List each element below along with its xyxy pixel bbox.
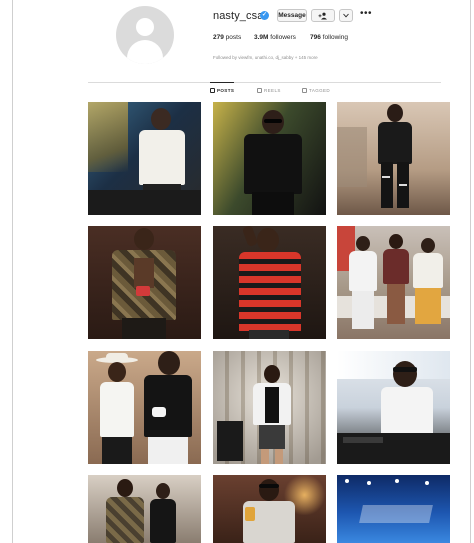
tab-reels[interactable]: REELS <box>257 88 281 93</box>
avatar-placeholder-body <box>127 40 163 64</box>
post-blue-stage[interactable] <box>337 475 450 543</box>
followed-by-text[interactable]: Followed by viewfm, unathi.co, dj_sabby … <box>213 55 318 60</box>
followers-count-value: 3.9M <box>254 34 269 41</box>
post-couple-posing[interactable] <box>88 475 201 543</box>
suggested-accounts-button[interactable] <box>339 9 353 22</box>
post-white-jacket-dancing[interactable] <box>213 351 326 464</box>
tab-posts-label: POSTS <box>217 88 235 93</box>
following-count-value: 796 <box>310 34 321 41</box>
active-tab-indicator <box>210 82 234 83</box>
post-dj-white-shirt[interactable] <box>88 102 201 215</box>
follow-button[interactable] <box>311 9 335 22</box>
grid-icon <box>210 88 215 93</box>
tagged-icon <box>302 88 307 93</box>
window-edge-right <box>470 0 471 543</box>
following-count-label: following <box>322 34 348 41</box>
followers-count-label: followers <box>270 34 296 41</box>
posts-count: 279 posts <box>213 34 241 41</box>
posts-count-value: 279 <box>213 34 224 41</box>
posts-count-label: posts <box>225 34 242 41</box>
tab-tagged[interactable]: TAGGED <box>302 88 330 93</box>
person-add-icon <box>318 12 327 19</box>
tab-tagged-label: TAGGED <box>309 88 331 93</box>
verified-badge-icon: ✓ <box>260 11 269 20</box>
post-white-hat-duo[interactable] <box>88 351 201 464</box>
tab-posts[interactable]: POSTS <box>210 88 234 93</box>
reels-icon <box>257 88 262 93</box>
following-count[interactable]: 796 following <box>310 34 348 41</box>
post-group-on-couch[interactable] <box>337 226 450 339</box>
post-red-striped-shirt[interactable] <box>213 226 326 339</box>
post-camo-jacket[interactable] <box>88 226 201 339</box>
tab-reels-label: REELS <box>264 88 281 93</box>
chevron-down-icon <box>343 13 349 18</box>
message-button[interactable]: Message <box>277 9 307 22</box>
avatar-placeholder-head <box>136 18 154 36</box>
profile-username: nasty_csa <box>213 10 264 22</box>
followers-count[interactable]: 3.9M followers <box>254 34 296 41</box>
post-holding-drink[interactable] <box>213 475 326 543</box>
more-options-icon[interactable]: ••• <box>360 9 372 19</box>
post-black-outfit-standing[interactable] <box>337 102 450 215</box>
profile-avatar[interactable] <box>116 6 174 64</box>
tabs-divider <box>88 82 441 83</box>
post-black-shirt-sunglasses[interactable] <box>213 102 326 215</box>
window-edge-left <box>12 0 13 543</box>
post-dj-at-console[interactable] <box>337 351 450 464</box>
